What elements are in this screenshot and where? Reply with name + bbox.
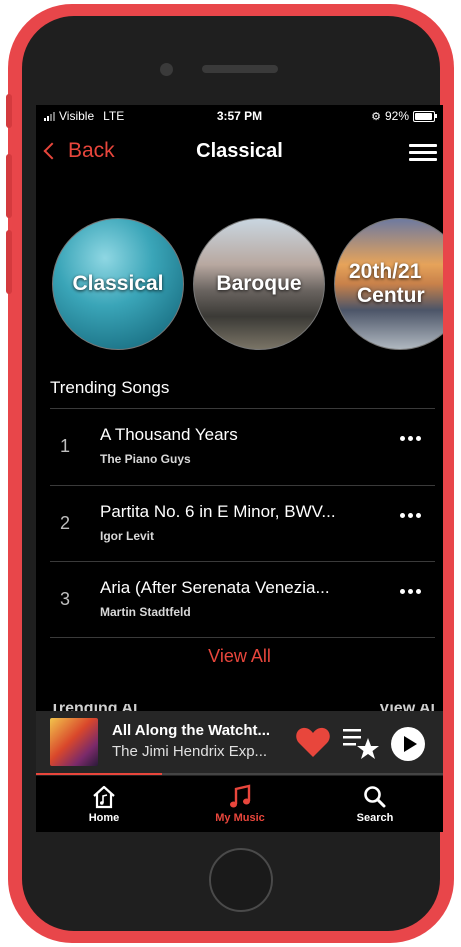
song-title: A Thousand Years — [100, 425, 238, 444]
battery-icon — [413, 110, 437, 122]
play-icon[interactable] — [390, 726, 426, 762]
tab-label: Home — [88, 812, 120, 824]
tab-search[interactable]: Search — [307, 776, 443, 832]
song-row[interactable]: 2 Partita No. 6 in E Minor, BWV... Igor … — [50, 486, 435, 561]
home-button[interactable] — [209, 848, 273, 912]
song-rank: 2 — [60, 513, 71, 533]
navigation-bar: Back Classical — [36, 135, 443, 171]
search-icon — [364, 786, 386, 808]
volume-up-button — [6, 154, 12, 218]
tab-label: Search — [356, 812, 394, 824]
page-title: Classical — [196, 140, 283, 162]
song-title: Partita No. 6 in E Minor, BWV... — [100, 502, 336, 521]
mute-switch — [6, 94, 12, 128]
heart-icon[interactable] — [295, 726, 331, 758]
music-note-icon — [230, 784, 251, 808]
more-options-icon[interactable] — [400, 436, 421, 441]
song-title: Aria (After Serenata Venezia... — [100, 578, 330, 597]
battery-percent: 92% — [384, 109, 409, 123]
now-playing-title: All Along the Watcht... — [112, 722, 271, 739]
song-artist: Martin Stadtfeld — [100, 605, 191, 619]
hamburger-menu-icon[interactable] — [409, 144, 437, 162]
now-playing-artist: The Jimi Hendrix Exp... — [112, 743, 268, 760]
view-all-songs-link[interactable]: View All — [36, 646, 443, 667]
genre-label-line-1: 20th/21 — [349, 259, 422, 283]
front-camera — [160, 63, 173, 76]
mini-player[interactable]: All Along the Watcht... The Jimi Hendrix… — [36, 711, 443, 773]
genre-label: 20th/21 Centur — [349, 260, 443, 308]
tab-my-music[interactable]: My Music — [172, 776, 308, 832]
genre-circle-baroque[interactable]: Baroque — [193, 218, 325, 350]
divider — [50, 637, 435, 638]
genre-label: Classical — [72, 271, 164, 295]
orientation-lock-icon: ⚙ — [371, 110, 381, 123]
tab-home[interactable]: Home — [36, 776, 172, 832]
genre-label: Baroque — [216, 271, 302, 295]
song-artist: The Piano Guys — [100, 452, 191, 466]
song-artist: Igor Levit — [100, 529, 155, 543]
song-rank: 3 — [60, 589, 71, 609]
volume-down-button — [6, 230, 12, 294]
tab-label: My Music — [215, 812, 265, 824]
status-bar: Visible LTE 3:57 PM ⚙ 92% — [36, 105, 443, 127]
trending-songs-heading: Trending Songs — [50, 378, 170, 397]
app-screen: Visible LTE 3:57 PM ⚙ 92% Back Classical… — [36, 105, 443, 832]
genre-label-line-2: Centur — [357, 284, 425, 307]
more-options-icon[interactable] — [400, 589, 421, 594]
album-art — [50, 718, 98, 766]
song-row[interactable]: 1 A Thousand Years The Piano Guys — [50, 409, 435, 484]
add-to-queue-favorite-icon[interactable] — [343, 726, 379, 760]
earpiece-speaker — [202, 65, 278, 73]
more-options-icon[interactable] — [400, 513, 421, 518]
home-music-icon — [93, 785, 115, 809]
song-row[interactable]: 3 Aria (After Serenata Venezia... Martin… — [50, 562, 435, 637]
genre-circle-classical[interactable]: Classical — [52, 218, 184, 350]
song-rank: 1 — [60, 436, 71, 456]
tab-bar: Home My Music Search — [36, 775, 443, 832]
genre-circle-20th-21st-century[interactable]: 20th/21 Centur — [334, 218, 443, 350]
